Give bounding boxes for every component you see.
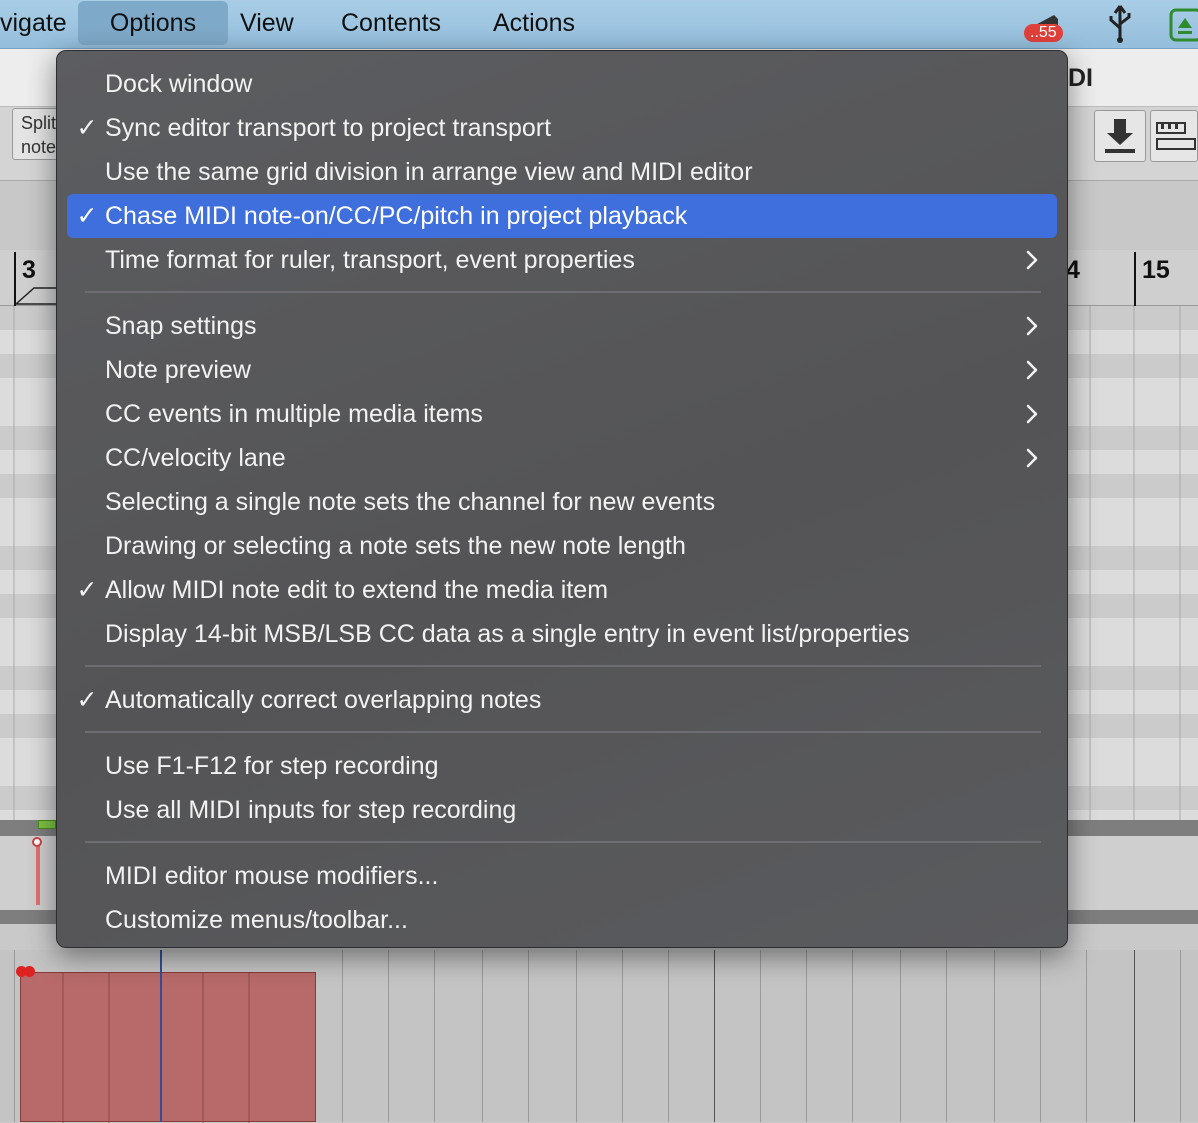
grid-line [946,950,947,1122]
checkmark-icon: ✓ [76,114,98,142]
menu-item-chase-midi-note-on-cc-pc-pitch-in-project-playback[interactable]: ✓ Chase MIDI note-on/CC/PC/pitch in proje… [67,194,1057,238]
checkmark-icon: ✓ [76,202,98,230]
split-notes-button[interactable]: Split notes [12,108,60,160]
download-icon[interactable] [1094,110,1146,162]
checkmark-icon: ✓ [76,686,98,714]
menubar-item-view[interactable]: View [240,0,294,46]
grid-line [1134,950,1135,1122]
loop-start-marker[interactable] [38,820,56,829]
menu-item-automatically-correct-overlapping-notes[interactable]: ✓ Automatically correct overlapping notes [67,678,1057,722]
grid-line [714,950,715,1122]
grid-line [852,950,853,1122]
grid-line [1180,950,1181,1122]
eject-app-icon[interactable] [1168,4,1198,44]
note-handle[interactable] [24,966,35,977]
grid-line [1086,950,1087,1122]
menu-item-label: MIDI editor mouse modifiers... [105,862,439,890]
grid-line [994,950,995,1122]
menu-item-label: Use the same grid division in arrange vi… [105,158,753,186]
ruler-label-15: 15 [1142,256,1170,284]
menu-item-label: Note preview [105,356,251,384]
menu-item-note-preview[interactable]: Note preview [67,348,1057,392]
menu-item-label: CC/velocity lane [105,444,286,472]
play-cursor[interactable] [160,950,162,1122]
editor-title-fragment: DI [1068,64,1093,92]
chevron-right-icon [1021,238,1043,296]
menu-bar: vigate Options View Contents Actions ..5… [0,0,1198,49]
menu-item-drawing-or-selecting-a-note-sets-the-new-note-length[interactable]: Drawing or selecting a note sets the new… [67,524,1057,568]
menu-item-label: CC events in multiple media items [105,400,483,428]
menubar-item-contents[interactable]: Contents [341,0,441,46]
menu-item-label: Snap settings [105,312,257,340]
ruler-tick [1134,252,1136,306]
grid-line [900,950,901,1122]
menu-item-cc-events-in-multiple-media-items[interactable]: CC events in multiple media items [67,392,1057,436]
menubar-item-options[interactable]: Options [78,1,228,45]
menu-item-use-the-same-grid-division-in-arrange-view-and-midi-editor[interactable]: Use the same grid division in arrange vi… [67,150,1057,194]
velocity-bar[interactable] [36,843,40,905]
grid-line [622,950,623,1122]
menu-item-label: Allow MIDI note edit to extend the media… [105,576,609,604]
menu-item-label: Drawing or selecting a note sets the new… [105,532,686,560]
notification-badge: ..55 [1024,24,1063,42]
velocity-handle[interactable] [32,837,42,847]
menu-item-label: Display 14-bit MSB/LSB CC data as a sing… [105,620,910,648]
options-menu: Dock window ✓ Sync editor transport to pro… [56,50,1068,948]
usb-icon[interactable] [1104,4,1136,44]
grid-line [434,950,435,1122]
grid-line [14,950,15,1122]
menubar-item-navigate[interactable]: vigate [0,0,67,46]
menu-item-label: Sync editor transport to project transpo… [105,114,552,142]
menu-item-cc-velocity-lane[interactable]: CC/velocity lane [67,436,1057,480]
menu-item-customize-menus-toolbar[interactable]: Customize menus/toolbar... [67,898,1057,942]
menu-item-sync-editor-transport-to-project-transport[interactable]: ✓ Sync editor transport to project transp… [67,106,1057,150]
menu-item-label: Use F1-F12 for step recording [105,752,439,780]
checkmark-icon: ✓ [76,576,98,604]
menu-item-time-format-for-ruler-transport-event-properties[interactable]: Time format for ruler, transport, event … [67,238,1057,282]
midi-note[interactable] [20,972,316,1123]
menu-item-label: Use all MIDI inputs for step recording [105,796,517,824]
menu-item-dock-window[interactable]: Dock window [67,62,1057,106]
menu-item-label: Customize menus/toolbar... [105,906,408,934]
menu-item-label: Chase MIDI note-on/CC/PC/pitch in projec… [105,202,688,230]
menu-separator [85,731,1041,733]
piano-keyboard-icon[interactable] [1150,110,1198,162]
menu-item-display-14-bit-msb-lsb-cc-data-as-a-single-entry-in-event-list-properties[interactable]: Display 14-bit MSB/LSB CC data as a sing… [67,612,1057,656]
menu-item-label: Selecting a single note sets the channel… [105,488,716,516]
grid-line [388,950,389,1122]
grid-line [1040,950,1041,1122]
ruler-label-14: 4 [1066,256,1080,284]
menu-item-label: Automatically correct overlapping notes [105,686,542,714]
menu-separator [85,665,1041,667]
menu-item-snap-settings[interactable]: Snap settings [67,304,1057,348]
ruler-label-3: 3 [22,256,36,284]
grid-line [482,950,483,1122]
menu-item-allow-midi-note-edit-to-extend-the-media-item[interactable]: ✓ Allow MIDI note edit to extend the medi… [67,568,1057,612]
grid-line [342,950,343,1122]
grid-line [576,950,577,1122]
menu-item-use-f1-f12-for-step-recording[interactable]: Use F1-F12 for step recording [67,744,1057,788]
loop-marker-icon [15,287,56,305]
menu-item-label: Dock window [105,70,253,98]
menubar-item-actions[interactable]: Actions [493,0,575,46]
menu-item-selecting-a-single-note-sets-the-channel-for-new-events[interactable]: Selecting a single note sets the channel… [67,480,1057,524]
grid-line [528,950,529,1122]
menu-item-label: Time format for ruler, transport, event … [105,246,635,274]
menu-item-use-all-midi-inputs-for-step-recording[interactable]: Use all MIDI inputs for step recording [67,788,1057,832]
menu-item-midi-editor-mouse-modifiers[interactable]: MIDI editor mouse modifiers... [67,854,1057,898]
menu-separator [85,291,1041,293]
grid-line [806,950,807,1122]
menu-separator [85,841,1041,843]
grid-line [760,950,761,1122]
grid-line [668,950,669,1122]
